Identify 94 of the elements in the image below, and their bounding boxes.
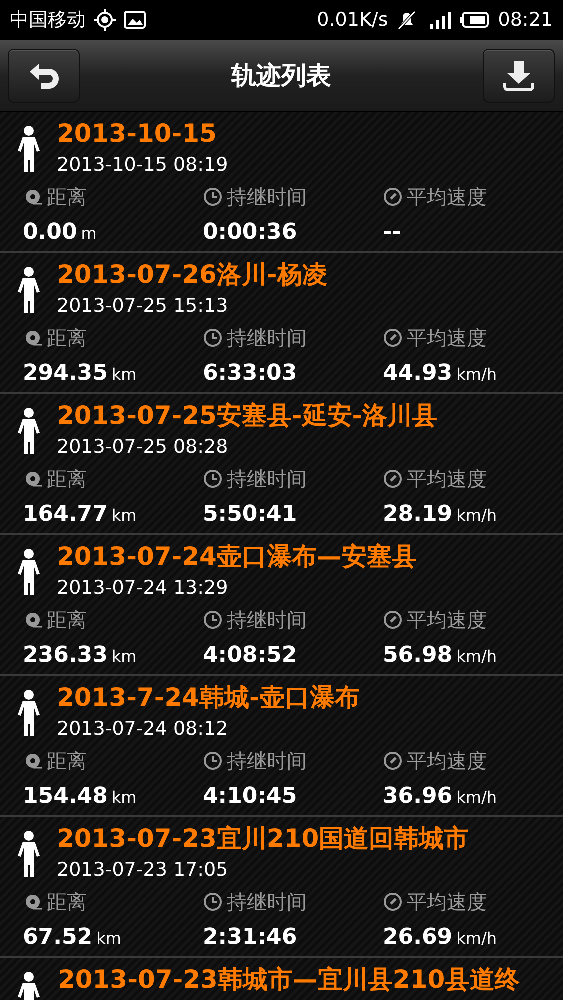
stat-label: 距离 xyxy=(47,325,87,352)
track-date: 2013-10-15 08:19 xyxy=(57,153,230,178)
stat-value: 4:10:45 xyxy=(203,783,298,811)
stat-value: 26.69 xyxy=(383,924,453,952)
clock-icon xyxy=(203,751,223,771)
stat-label: 距离 xyxy=(47,889,87,916)
stat-unit: km xyxy=(112,646,137,668)
stat-label: 平均速度 xyxy=(407,325,487,352)
clock: 08:21 xyxy=(498,8,553,33)
stat-label: 持继时间 xyxy=(227,607,307,634)
battery-icon xyxy=(460,11,490,29)
clock-icon xyxy=(203,187,223,207)
walking-person-icon xyxy=(16,831,42,879)
download-icon xyxy=(502,58,536,92)
track-date: 2013-07-24 13:29 xyxy=(57,576,230,601)
gauge-icon xyxy=(383,610,403,630)
gauge-icon xyxy=(383,469,403,489)
track-title[interactable]: 2013-07-24壶口瀑布—安塞县 xyxy=(57,541,563,573)
screen-title: 轨迹列表 xyxy=(232,60,332,92)
stat-value: 28.19 xyxy=(383,501,453,529)
tape-measure-icon xyxy=(23,751,43,771)
stat-unit: km xyxy=(112,787,137,809)
stat-label: 持继时间 xyxy=(227,325,307,352)
gauge-icon xyxy=(383,751,403,771)
stat-value: 0:00:36 xyxy=(203,219,298,247)
stat-value: 0.00 xyxy=(23,219,78,247)
stat-value: 294.35 xyxy=(23,360,108,388)
muted-bell-icon xyxy=(396,9,418,31)
walking-person-icon xyxy=(16,267,42,315)
stat-value: 44.93 xyxy=(383,360,453,388)
stat-unit: km/h xyxy=(456,787,497,809)
gauge-icon xyxy=(383,892,403,912)
stat-value: 67.52 xyxy=(23,924,93,952)
walking-person-icon xyxy=(16,126,42,174)
stat-label: 距离 xyxy=(47,607,87,634)
download-button[interactable] xyxy=(483,48,555,102)
stat-value: 56.98 xyxy=(383,642,453,670)
stat-value: 236.33 xyxy=(23,642,108,670)
track-date: 2013-07-25 15:13 xyxy=(57,294,230,319)
walking-person-icon xyxy=(16,408,42,456)
clock-icon xyxy=(203,610,223,630)
stat-value: 2:31:46 xyxy=(203,924,298,952)
gps-icon xyxy=(94,9,116,31)
track-title[interactable]: 2013-07-25安塞县-延安-洛川县 xyxy=(57,400,563,432)
track-date: 2013-07-25 08:28 xyxy=(57,435,230,460)
track-title[interactable]: 2013-07-23宜川210国道回韩城市 xyxy=(57,823,563,855)
stat-unit: km/h xyxy=(456,928,497,950)
stat-label: 平均速度 xyxy=(407,184,487,211)
network-speed: 0.01K/s xyxy=(317,8,388,33)
stat-label: 距离 xyxy=(47,748,87,775)
stat-label: 距离 xyxy=(47,466,87,493)
stat-label: 持继时间 xyxy=(227,466,307,493)
stat-unit: km/h xyxy=(456,364,497,386)
tape-measure-icon xyxy=(23,469,43,489)
stat-label: 持继时间 xyxy=(227,748,307,775)
stat-value: 36.96 xyxy=(383,783,453,811)
walking-person-icon xyxy=(16,690,42,738)
stat-value: 5:50:41 xyxy=(203,501,298,529)
gauge-icon xyxy=(383,328,403,348)
walking-person-icon xyxy=(16,549,42,597)
stat-label: 持继时间 xyxy=(227,184,307,211)
stat-label: 平均速度 xyxy=(407,889,487,916)
stat-label: 持继时间 xyxy=(227,889,307,916)
stat-unit: km xyxy=(112,364,137,386)
track-title[interactable]: 2013-7-24韩城-壶口瀑布 xyxy=(57,682,563,714)
tape-measure-icon xyxy=(23,892,43,912)
stat-value: 164.77 xyxy=(23,501,108,529)
back-button[interactable] xyxy=(8,48,80,102)
track-title[interactable]: 2013-07-26洛川-杨凌 xyxy=(57,259,563,291)
clock-icon xyxy=(203,328,223,348)
stat-unit: km/h xyxy=(456,646,497,668)
stat-value: -- xyxy=(383,219,402,247)
carrier-name: 中国移动 xyxy=(10,8,86,33)
tape-measure-icon xyxy=(23,187,43,207)
stat-label: 平均速度 xyxy=(407,466,487,493)
gauge-icon xyxy=(383,187,403,207)
track-date: 2013-07-24 08:12 xyxy=(57,717,230,742)
stat-unit: km/h xyxy=(456,505,497,527)
stat-label: 平均速度 xyxy=(407,748,487,775)
tape-measure-icon xyxy=(23,610,43,630)
clock-icon xyxy=(203,892,223,912)
stat-label: 距离 xyxy=(47,184,87,211)
stat-value: 154.48 xyxy=(23,783,108,811)
track-title[interactable]: 2013-10-15 xyxy=(57,118,563,150)
stat-unit: m xyxy=(81,223,97,245)
stat-unit: km xyxy=(96,928,122,950)
stat-unit: km xyxy=(112,505,137,527)
track-date: 2013-07-23 17:05 xyxy=(57,858,230,883)
image-icon xyxy=(124,10,146,30)
tape-measure-icon xyxy=(23,328,43,348)
stat-value: 4:08:52 xyxy=(203,642,298,670)
stat-value: 6:33:03 xyxy=(203,360,298,388)
stat-label: 平均速度 xyxy=(407,607,487,634)
clock-icon xyxy=(203,469,223,489)
